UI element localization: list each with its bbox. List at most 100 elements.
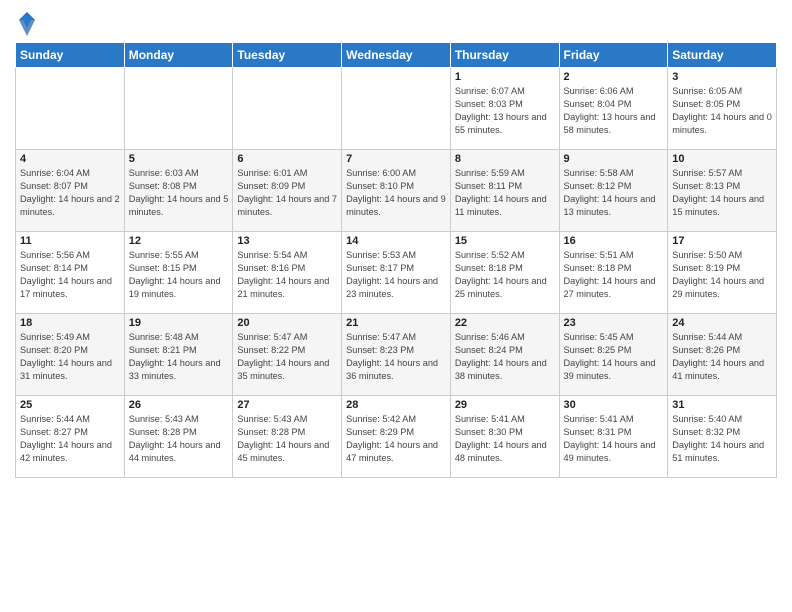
day-cell: 25 Sunrise: 5:44 AMSunset: 8:27 PMDayligh… bbox=[16, 396, 125, 478]
week-row-1: 1 Sunrise: 6:07 AMSunset: 8:03 PMDaylight… bbox=[16, 68, 777, 150]
day-number: 24 bbox=[672, 317, 772, 329]
day-info: Sunrise: 6:07 AMSunset: 8:03 PMDaylight:… bbox=[455, 85, 555, 137]
day-cell: 11 Sunrise: 5:56 AMSunset: 8:14 PMDayligh… bbox=[16, 232, 125, 314]
day-info: Sunrise: 5:44 AMSunset: 8:26 PMDaylight:… bbox=[672, 331, 772, 383]
day-info: Sunrise: 5:51 AMSunset: 8:18 PMDaylight:… bbox=[564, 249, 664, 301]
day-info: Sunrise: 5:58 AMSunset: 8:12 PMDaylight:… bbox=[564, 167, 664, 219]
day-number: 31 bbox=[672, 399, 772, 411]
day-cell: 4 Sunrise: 6:04 AMSunset: 8:07 PMDaylight… bbox=[16, 150, 125, 232]
day-number: 13 bbox=[237, 235, 337, 247]
day-number: 23 bbox=[564, 317, 664, 329]
day-cell bbox=[16, 68, 125, 150]
day-info: Sunrise: 5:43 AMSunset: 8:28 PMDaylight:… bbox=[237, 413, 337, 465]
day-info: Sunrise: 5:46 AMSunset: 8:24 PMDaylight:… bbox=[455, 331, 555, 383]
day-number: 12 bbox=[129, 235, 229, 247]
day-number: 17 bbox=[672, 235, 772, 247]
day-cell: 24 Sunrise: 5:44 AMSunset: 8:26 PMDayligh… bbox=[668, 314, 777, 396]
day-cell: 27 Sunrise: 5:43 AMSunset: 8:28 PMDayligh… bbox=[233, 396, 342, 478]
page: SundayMondayTuesdayWednesdayThursdayFrid… bbox=[0, 0, 792, 612]
day-number: 5 bbox=[129, 153, 229, 165]
day-info: Sunrise: 5:57 AMSunset: 8:13 PMDaylight:… bbox=[672, 167, 772, 219]
weekday-thursday: Thursday bbox=[450, 43, 559, 68]
day-cell: 12 Sunrise: 5:55 AMSunset: 8:15 PMDayligh… bbox=[124, 232, 233, 314]
day-info: Sunrise: 5:44 AMSunset: 8:27 PMDaylight:… bbox=[20, 413, 120, 465]
logo-icon bbox=[17, 10, 37, 38]
day-cell: 31 Sunrise: 5:40 AMSunset: 8:32 PMDayligh… bbox=[668, 396, 777, 478]
day-cell: 7Sunrise: 6:00 AMSunset: 8:10 PMDaylight… bbox=[342, 150, 451, 232]
day-cell: 19 Sunrise: 5:48 AMSunset: 8:21 PMDayligh… bbox=[124, 314, 233, 396]
weekday-wednesday: Wednesday bbox=[342, 43, 451, 68]
day-number: 18 bbox=[20, 317, 120, 329]
day-number: 22 bbox=[455, 317, 555, 329]
logo bbox=[15, 10, 37, 34]
day-cell: 28Sunrise: 5:42 AMSunset: 8:29 PMDayligh… bbox=[342, 396, 451, 478]
day-number: 28 bbox=[346, 399, 446, 411]
day-info: Sunrise: 6:05 AMSunset: 8:05 PMDaylight:… bbox=[672, 85, 772, 137]
day-info: Sunrise: 5:49 AMSunset: 8:20 PMDaylight:… bbox=[20, 331, 120, 383]
day-cell: 18 Sunrise: 5:49 AMSunset: 8:20 PMDayligh… bbox=[16, 314, 125, 396]
day-number: 30 bbox=[564, 399, 664, 411]
day-cell: 26Sunrise: 5:43 AMSunset: 8:28 PMDayligh… bbox=[124, 396, 233, 478]
day-info: Sunrise: 5:56 AMSunset: 8:14 PMDaylight:… bbox=[20, 249, 120, 301]
day-number: 6 bbox=[237, 153, 337, 165]
day-number: 4 bbox=[20, 153, 120, 165]
day-info: Sunrise: 6:03 AMSunset: 8:08 PMDaylight:… bbox=[129, 167, 229, 219]
day-info: Sunrise: 5:55 AMSunset: 8:15 PMDaylight:… bbox=[129, 249, 229, 301]
weekday-tuesday: Tuesday bbox=[233, 43, 342, 68]
day-number: 16 bbox=[564, 235, 664, 247]
day-number: 26 bbox=[129, 399, 229, 411]
day-info: Sunrise: 5:41 AMSunset: 8:31 PMDaylight:… bbox=[564, 413, 664, 465]
weekday-header-row: SundayMondayTuesdayWednesdayThursdayFrid… bbox=[16, 43, 777, 68]
day-cell: 17 Sunrise: 5:50 AMSunset: 8:19 PMDayligh… bbox=[668, 232, 777, 314]
day-number: 19 bbox=[129, 317, 229, 329]
day-cell: 3 Sunrise: 6:05 AMSunset: 8:05 PMDaylight… bbox=[668, 68, 777, 150]
day-info: Sunrise: 6:01 AMSunset: 8:09 PMDaylight:… bbox=[237, 167, 337, 219]
day-info: Sunrise: 5:47 AMSunset: 8:22 PMDaylight:… bbox=[237, 331, 337, 383]
day-cell: 21 Sunrise: 5:47 AMSunset: 8:23 PMDayligh… bbox=[342, 314, 451, 396]
weekday-friday: Friday bbox=[559, 43, 668, 68]
day-cell: 9 Sunrise: 5:58 AMSunset: 8:12 PMDaylight… bbox=[559, 150, 668, 232]
day-number: 8 bbox=[455, 153, 555, 165]
week-row-3: 11 Sunrise: 5:56 AMSunset: 8:14 PMDayligh… bbox=[16, 232, 777, 314]
header bbox=[15, 10, 777, 34]
day-number: 27 bbox=[237, 399, 337, 411]
day-number: 10 bbox=[672, 153, 772, 165]
day-info: Sunrise: 5:53 AMSunset: 8:17 PMDaylight:… bbox=[346, 249, 446, 301]
day-info: Sunrise: 5:40 AMSunset: 8:32 PMDaylight:… bbox=[672, 413, 772, 465]
day-cell: 2Sunrise: 6:06 AMSunset: 8:04 PMDaylight… bbox=[559, 68, 668, 150]
calendar-table: SundayMondayTuesdayWednesdayThursdayFrid… bbox=[15, 42, 777, 478]
day-number: 21 bbox=[346, 317, 446, 329]
day-cell: 22 Sunrise: 5:46 AMSunset: 8:24 PMDayligh… bbox=[450, 314, 559, 396]
day-number: 14 bbox=[346, 235, 446, 247]
day-info: Sunrise: 5:45 AMSunset: 8:25 PMDaylight:… bbox=[564, 331, 664, 383]
day-number: 20 bbox=[237, 317, 337, 329]
day-info: Sunrise: 5:50 AMSunset: 8:19 PMDaylight:… bbox=[672, 249, 772, 301]
day-number: 9 bbox=[564, 153, 664, 165]
weekday-saturday: Saturday bbox=[668, 43, 777, 68]
day-cell: 30 Sunrise: 5:41 AMSunset: 8:31 PMDayligh… bbox=[559, 396, 668, 478]
day-cell: 16 Sunrise: 5:51 AMSunset: 8:18 PMDayligh… bbox=[559, 232, 668, 314]
day-info: Sunrise: 5:47 AMSunset: 8:23 PMDaylight:… bbox=[346, 331, 446, 383]
day-info: Sunrise: 6:04 AMSunset: 8:07 PMDaylight:… bbox=[20, 167, 120, 219]
week-row-4: 18 Sunrise: 5:49 AMSunset: 8:20 PMDayligh… bbox=[16, 314, 777, 396]
day-cell: 14 Sunrise: 5:53 AMSunset: 8:17 PMDayligh… bbox=[342, 232, 451, 314]
day-number: 29 bbox=[455, 399, 555, 411]
day-info: Sunrise: 5:52 AMSunset: 8:18 PMDaylight:… bbox=[455, 249, 555, 301]
day-cell bbox=[233, 68, 342, 150]
day-cell: 10 Sunrise: 5:57 AMSunset: 8:13 PMDayligh… bbox=[668, 150, 777, 232]
day-number: 1 bbox=[455, 71, 555, 83]
week-row-2: 4 Sunrise: 6:04 AMSunset: 8:07 PMDaylight… bbox=[16, 150, 777, 232]
day-number: 3 bbox=[672, 71, 772, 83]
day-number: 11 bbox=[20, 235, 120, 247]
day-number: 25 bbox=[20, 399, 120, 411]
day-cell: 23 Sunrise: 5:45 AMSunset: 8:25 PMDayligh… bbox=[559, 314, 668, 396]
day-cell: 29Sunrise: 5:41 AMSunset: 8:30 PMDayligh… bbox=[450, 396, 559, 478]
day-cell: 13Sunrise: 5:54 AMSunset: 8:16 PMDayligh… bbox=[233, 232, 342, 314]
day-cell: 5 Sunrise: 6:03 AMSunset: 8:08 PMDaylight… bbox=[124, 150, 233, 232]
day-number: 2 bbox=[564, 71, 664, 83]
day-number: 15 bbox=[455, 235, 555, 247]
week-row-5: 25 Sunrise: 5:44 AMSunset: 8:27 PMDayligh… bbox=[16, 396, 777, 478]
day-info: Sunrise: 5:48 AMSunset: 8:21 PMDaylight:… bbox=[129, 331, 229, 383]
day-cell: 6 Sunrise: 6:01 AMSunset: 8:09 PMDaylight… bbox=[233, 150, 342, 232]
day-cell: 20 Sunrise: 5:47 AMSunset: 8:22 PMDayligh… bbox=[233, 314, 342, 396]
